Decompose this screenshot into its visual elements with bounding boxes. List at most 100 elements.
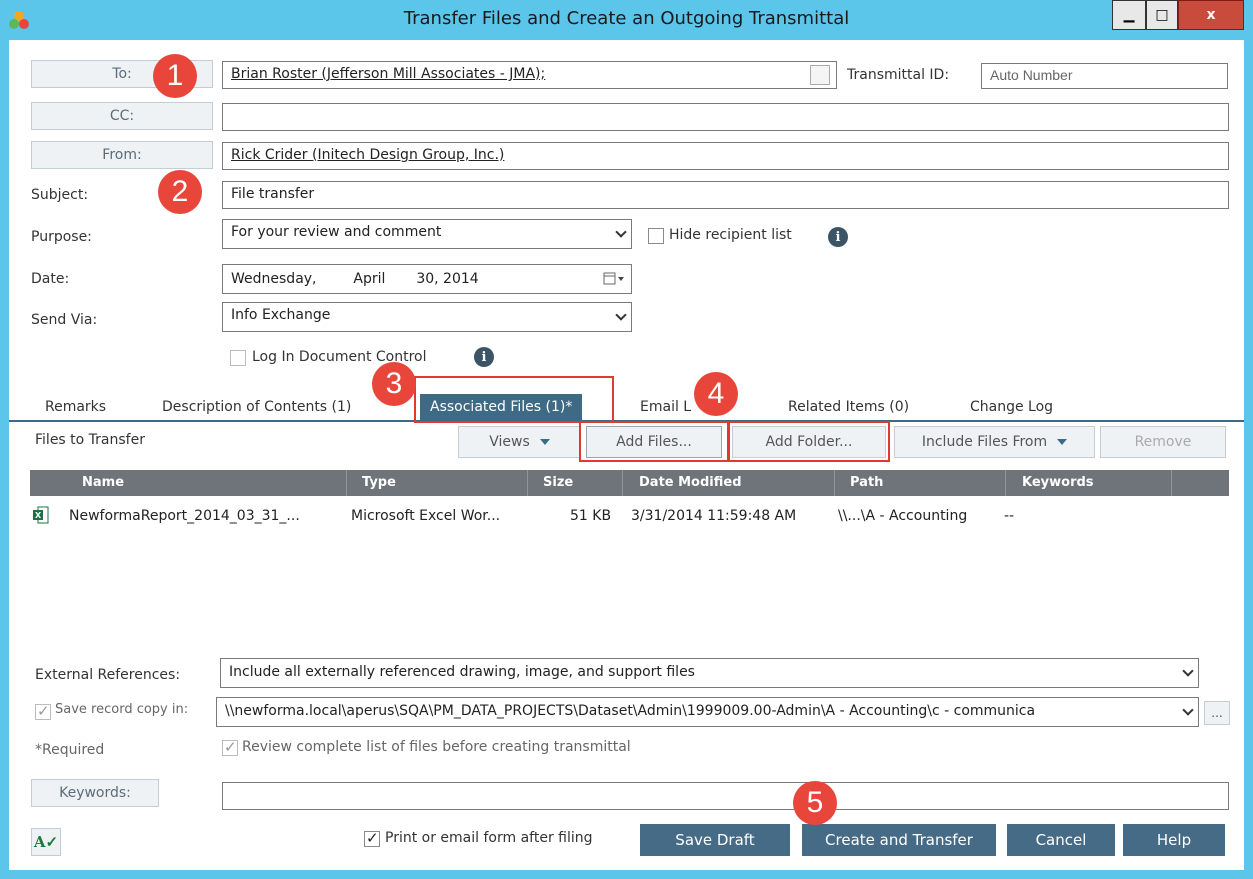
cancel-button[interactable]: Cancel bbox=[1007, 824, 1115, 856]
keywords-field[interactable] bbox=[222, 782, 1229, 810]
close-button[interactable]: x bbox=[1178, 0, 1244, 30]
row-date-modified: 3/31/2014 11:59:48 AM bbox=[631, 508, 797, 524]
subject-field[interactable]: File transfer bbox=[222, 181, 1229, 209]
spellcheck-button[interactable]: A✓ bbox=[31, 828, 61, 856]
date-month: April bbox=[353, 271, 386, 287]
save-record-label: Save record copy in: bbox=[55, 702, 189, 717]
date-picker[interactable]: Wednesday, April 30, 2014 bbox=[222, 264, 632, 294]
from-field-value: Rick Crider (Initech Design Group, Inc.) bbox=[231, 147, 505, 163]
cancel-label: Cancel bbox=[1035, 831, 1087, 849]
transmittal-id-placeholder: Auto Number bbox=[990, 67, 1073, 83]
save-record-path-value: \\newforma.local\aperus\SQA\PM_DATA_PROJ… bbox=[225, 703, 1036, 719]
transmittal-id-field[interactable]: Auto Number bbox=[981, 63, 1228, 89]
review-list-label: Review complete list of files before cre… bbox=[242, 739, 631, 755]
tab-email-log[interactable]: Email L bbox=[640, 394, 691, 420]
from-field[interactable]: Rick Crider (Initech Design Group, Inc.) bbox=[222, 142, 1229, 170]
help-label: Help bbox=[1156, 831, 1192, 849]
title-bar[interactable]: Transfer Files and Create an Outgoing Tr… bbox=[0, 0, 1253, 40]
date-label: Date: bbox=[31, 271, 70, 287]
date-day-year: 30, 2014 bbox=[416, 271, 479, 287]
svg-text:X: X bbox=[35, 511, 42, 520]
save-record-path-select[interactable]: \\newforma.local\aperus\SQA\PM_DATA_PROJ… bbox=[216, 697, 1199, 727]
keywords-button[interactable]: Keywords: bbox=[31, 779, 159, 807]
date-weekday: Wednesday, bbox=[231, 271, 317, 287]
hide-recipient-checkbox[interactable] bbox=[648, 228, 664, 244]
column-divider bbox=[1005, 470, 1006, 496]
help-button[interactable]: Help bbox=[1123, 824, 1225, 856]
highlight-box-associated-files bbox=[414, 376, 614, 423]
required-label: *Required bbox=[35, 742, 105, 758]
row-size: 51 KB bbox=[570, 508, 612, 524]
keywords-button-label: Keywords: bbox=[59, 785, 131, 801]
create-and-transfer-button[interactable]: Create and Transfer bbox=[802, 824, 996, 856]
files-grid-body: X NewformaReport_2014_03_31_... Microsof… bbox=[30, 496, 1229, 649]
external-references-value: Include all externally referenced drawin… bbox=[229, 664, 695, 680]
tab-description-of-contents[interactable]: Description of Contents (1) bbox=[162, 394, 351, 420]
from-button-label: From: bbox=[102, 147, 142, 163]
callout-badge-1: 1 bbox=[153, 54, 197, 98]
minimize-button[interactable]: ▁ bbox=[1112, 0, 1146, 30]
send-via-select[interactable]: Info Exchange bbox=[222, 302, 632, 332]
maximize-button[interactable]: □ bbox=[1146, 0, 1178, 30]
save-record-checkbox[interactable] bbox=[35, 702, 51, 720]
dropdown-icon bbox=[539, 439, 550, 445]
subject-field-value: File transfer bbox=[231, 186, 315, 202]
remove-button[interactable]: Remove bbox=[1100, 426, 1226, 458]
to-spin-icon[interactable] bbox=[810, 65, 830, 85]
dialog-body: To: Brian Roster (Jefferson Mill Associa… bbox=[9, 40, 1244, 870]
log-doc-control-checkbox[interactable] bbox=[230, 350, 246, 366]
tab-related-items[interactable]: Related Items (0) bbox=[788, 394, 909, 420]
info-icon[interactable]: i bbox=[828, 227, 848, 247]
cc-field[interactable] bbox=[222, 103, 1229, 131]
external-references-select[interactable]: Include all externally referenced drawin… bbox=[220, 658, 1199, 688]
window-title: Transfer Files and Create an Outgoing Tr… bbox=[403, 8, 850, 29]
tab-change-log[interactable]: Change Log bbox=[970, 394, 1053, 420]
dialog-window: Transfer Files and Create an Outgoing Tr… bbox=[0, 0, 1253, 879]
row-path: \\...\A - Accounting bbox=[838, 508, 968, 524]
from-button[interactable]: From: bbox=[31, 141, 213, 169]
column-date-modified[interactable]: Date Modified bbox=[639, 475, 742, 490]
column-type[interactable]: Type bbox=[362, 475, 396, 490]
minimize-icon: ▁ bbox=[1123, 7, 1135, 23]
row-keywords: -- bbox=[1004, 508, 1015, 524]
create-and-transfer-label: Create and Transfer bbox=[825, 831, 973, 849]
chevron-down-icon bbox=[615, 226, 627, 238]
column-name[interactable]: Name bbox=[82, 475, 124, 490]
save-draft-label: Save Draft bbox=[675, 831, 755, 849]
maximize-icon: □ bbox=[1155, 7, 1169, 23]
calendar-icon[interactable] bbox=[603, 272, 625, 286]
files-grid-header: Name Type Size Date Modified Path Keywor… bbox=[30, 470, 1229, 496]
browse-button[interactable]: ... bbox=[1204, 701, 1230, 725]
column-divider bbox=[622, 470, 623, 496]
print-email-checkbox[interactable] bbox=[364, 829, 380, 847]
purpose-select[interactable]: For your review and comment bbox=[222, 219, 632, 249]
column-path[interactable]: Path bbox=[850, 475, 883, 490]
save-draft-button[interactable]: Save Draft bbox=[640, 824, 790, 856]
review-list-checkbox[interactable] bbox=[222, 738, 238, 756]
views-button[interactable]: Views bbox=[458, 426, 581, 458]
to-button-label: To: bbox=[112, 66, 132, 82]
cc-button[interactable]: CC: bbox=[31, 102, 213, 130]
chevron-down-icon bbox=[615, 309, 627, 321]
to-field-value: Brian Roster (Jefferson Mill Associates … bbox=[231, 66, 546, 82]
row-name: NewformaReport_2014_03_31_... bbox=[69, 508, 300, 524]
include-files-from-button[interactable]: Include Files From bbox=[894, 426, 1095, 458]
tab-remarks[interactable]: Remarks bbox=[45, 394, 106, 420]
excel-file-icon: X bbox=[33, 506, 49, 524]
table-row[interactable]: X NewformaReport_2014_03_31_... Microsof… bbox=[30, 496, 1229, 536]
cc-button-label: CC: bbox=[109, 108, 135, 124]
transmittal-id-label: Transmittal ID: bbox=[847, 67, 950, 83]
include-files-from-label: Include Files From bbox=[921, 434, 1048, 450]
column-divider bbox=[527, 470, 528, 496]
hide-recipient-label: Hide recipient list bbox=[669, 227, 792, 243]
subject-label: Subject: bbox=[31, 187, 89, 203]
purpose-select-value: For your review and comment bbox=[231, 224, 442, 240]
column-size[interactable]: Size bbox=[543, 475, 573, 490]
info-icon[interactable]: i bbox=[474, 347, 494, 367]
callout-badge-4: 4 bbox=[694, 372, 738, 416]
to-field[interactable]: Brian Roster (Jefferson Mill Associates … bbox=[222, 61, 837, 89]
callout-badge-2: 2 bbox=[158, 170, 202, 214]
dropdown-icon bbox=[1057, 439, 1068, 445]
column-keywords[interactable]: Keywords bbox=[1022, 475, 1094, 490]
column-divider bbox=[1171, 470, 1172, 496]
